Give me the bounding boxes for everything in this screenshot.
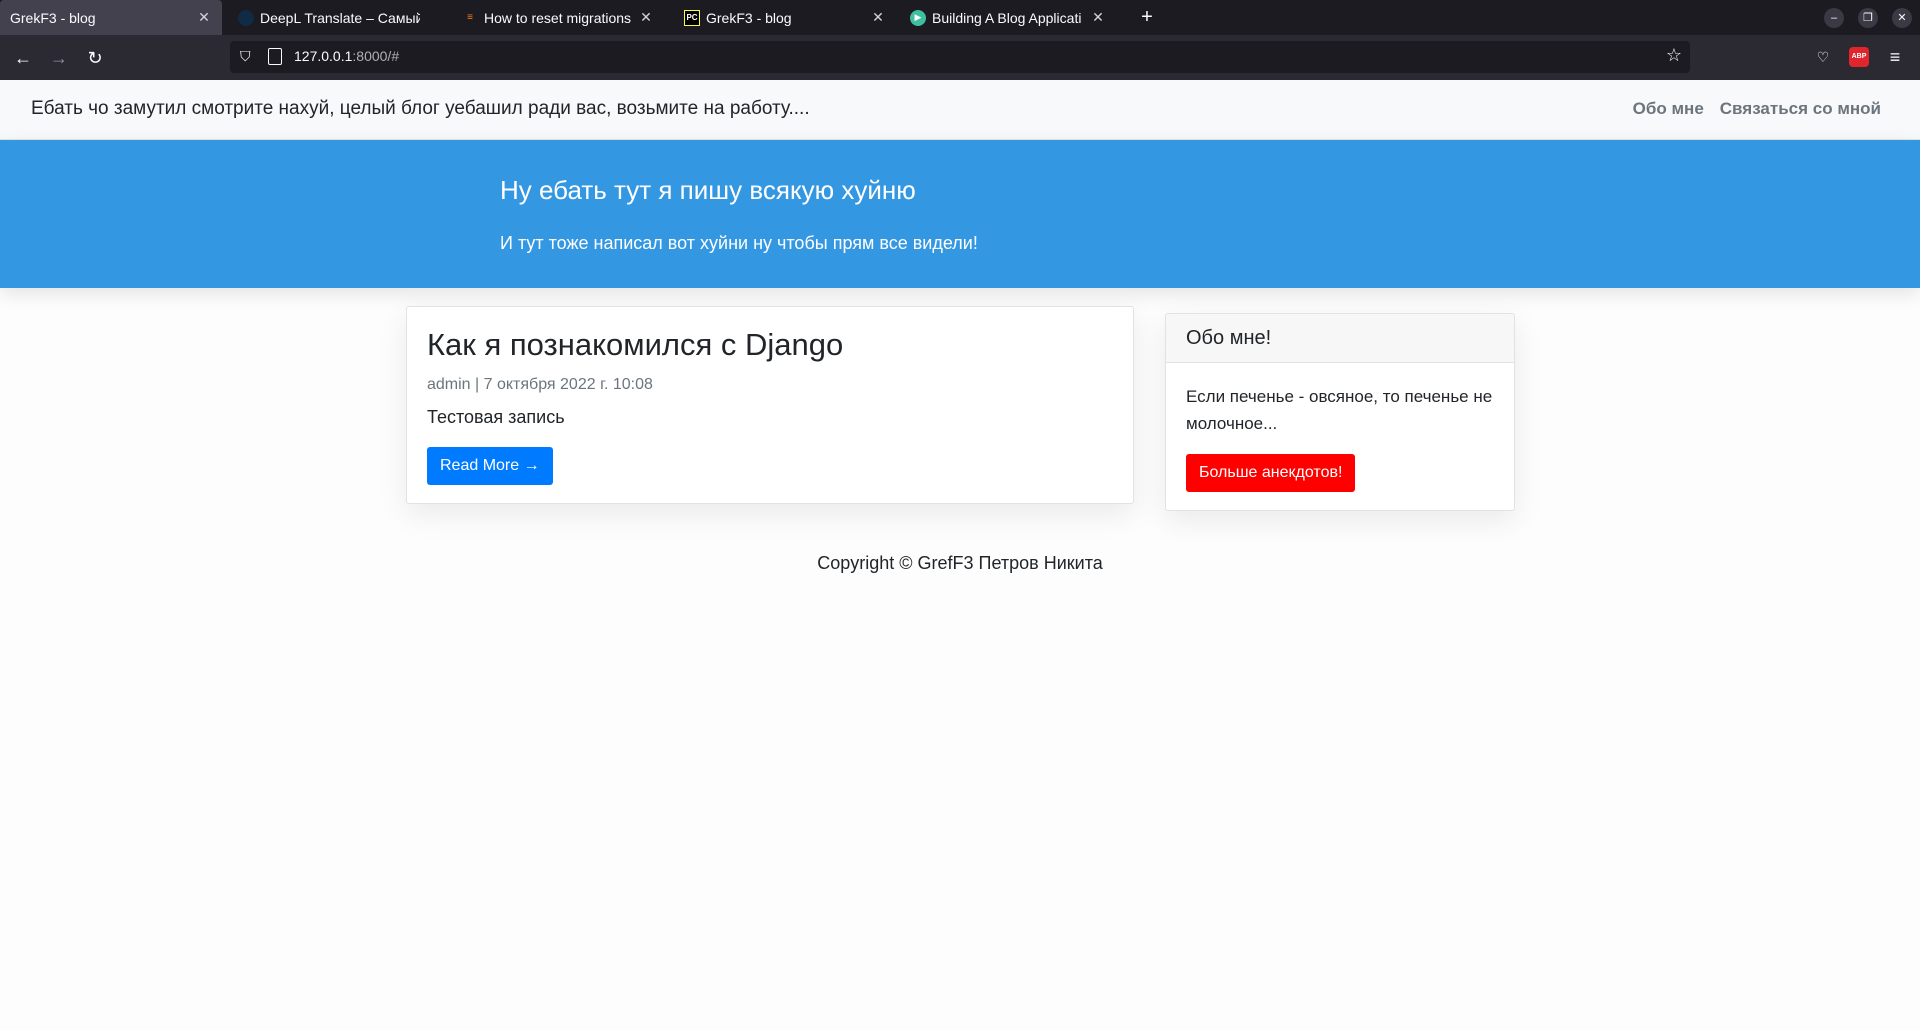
shield-icon[interactable]: ⛉ xyxy=(240,48,256,66)
nav-contact-link[interactable]: Связаться со мной xyxy=(1720,99,1881,119)
address-bar[interactable]: ⛉ 127.0.0.1:8000/# ☆ xyxy=(230,41,1690,73)
post-card: Как я познакомился с Django admin | 7 ок… xyxy=(406,306,1134,504)
read-more-button[interactable]: Read More → xyxy=(427,447,553,485)
about-sidebar-card: Обо мне! Если печенье - овсяное, то пече… xyxy=(1165,313,1515,511)
tab-reset-migrations[interactable]: ≡ How to reset migrations i ✕ xyxy=(452,0,664,35)
post-title: Как я познакомился с Django xyxy=(427,327,844,362)
close-window-icon[interactable]: ✕ xyxy=(1892,8,1912,28)
masthead: Ну ебать тут я пишу всякую хуйню И тут т… xyxy=(0,140,1920,288)
tab-title: Building A Blog Applicati xyxy=(932,9,1082,26)
post-meta: admin | 7 октября 2022 г. 10:08 xyxy=(427,376,653,393)
browser-tab-bar: GrekF3 - blog ✕ DeepL Translate – Самый … xyxy=(0,0,1920,35)
deepl-favicon-icon xyxy=(238,9,254,26)
forward-arrow-icon[interactable]: → xyxy=(46,45,72,71)
sidebar-card-text: Если печенье - овсяное, то печенье не мо… xyxy=(1186,387,1493,433)
footer-copyright: Copyright © GrefF3 Петров Никита xyxy=(817,553,1103,573)
restore-icon[interactable]: ❐ xyxy=(1858,8,1878,28)
stackoverflow-favicon-icon: ≡ xyxy=(467,12,473,23)
sidebar-card-title: Обо мне! xyxy=(1186,327,1272,349)
masthead-subheading: И тут тоже написал вот хуйни ну чтобы пр… xyxy=(500,233,978,253)
adblock-icon[interactable]: ABP xyxy=(1849,47,1869,67)
tab-title: GrekF3 - blog xyxy=(706,9,792,26)
sidebar-card-header: Обо мне! xyxy=(1166,314,1514,363)
close-tab-icon[interactable]: ✕ xyxy=(638,9,654,26)
close-tab-icon[interactable]: ✕ xyxy=(196,9,212,26)
nav-about-link[interactable]: Обо мне xyxy=(1633,99,1704,119)
site-brand[interactable]: Ебать чо замутил смотрите нахуй, целый б… xyxy=(31,98,810,120)
nav-links: Обо мне Связаться со мной xyxy=(1633,99,1881,119)
post-excerpt: Тестовая запись xyxy=(427,407,565,427)
bookmark-star-icon[interactable]: ☆ xyxy=(1666,45,1682,66)
url-text[interactable]: 127.0.0.1:8000/# xyxy=(294,48,399,64)
menu-hamburger-icon[interactable]: ≡ xyxy=(1883,45,1907,69)
new-tab-plus-icon[interactable]: + xyxy=(1134,4,1160,30)
browser-toolbar: ← → ↻ ⛉ 127.0.0.1:8000/# ☆ ♡ ABP ≡ xyxy=(0,35,1920,80)
url-host: 127.0.0.1 xyxy=(294,48,353,64)
reload-icon[interactable]: ↻ xyxy=(82,45,108,71)
tab-title: DeepL Translate – Самый xyxy=(260,9,420,26)
close-tab-icon[interactable]: ✕ xyxy=(870,9,886,26)
close-tab-icon[interactable]: ✕ xyxy=(1090,9,1106,26)
back-arrow-icon[interactable]: ← xyxy=(10,45,36,71)
site-navbar: Ебать чо замутил смотрите нахуй, целый б… xyxy=(0,80,1920,140)
tab-title: How to reset migrations i xyxy=(484,9,632,26)
tab-deepl[interactable]: DeepL Translate – Самый xyxy=(228,0,430,35)
pycharm-favicon-icon: PC xyxy=(684,9,700,26)
tab-grekf3-blog[interactable]: GrekF3 - blog ✕ xyxy=(0,0,222,35)
url-path: :8000/# xyxy=(352,48,400,64)
tab-grekf3-blog-2[interactable]: PC GrekF3 - blog ✕ xyxy=(674,0,896,35)
tab-title: GrekF3 - blog xyxy=(10,9,96,26)
masthead-heading: Ну ебать тут я пишу всякую хуйню xyxy=(500,175,916,205)
play-favicon-icon: ▶ xyxy=(910,9,926,26)
minimize-icon[interactable]: – xyxy=(1824,8,1844,28)
more-jokes-button[interactable]: Больше анекдотов! xyxy=(1186,454,1356,492)
pocket-icon[interactable]: ♡ xyxy=(1811,45,1835,69)
page-icon xyxy=(268,48,282,65)
tab-building-blog[interactable]: ▶ Building A Blog Applicati ✕ xyxy=(900,0,1116,35)
